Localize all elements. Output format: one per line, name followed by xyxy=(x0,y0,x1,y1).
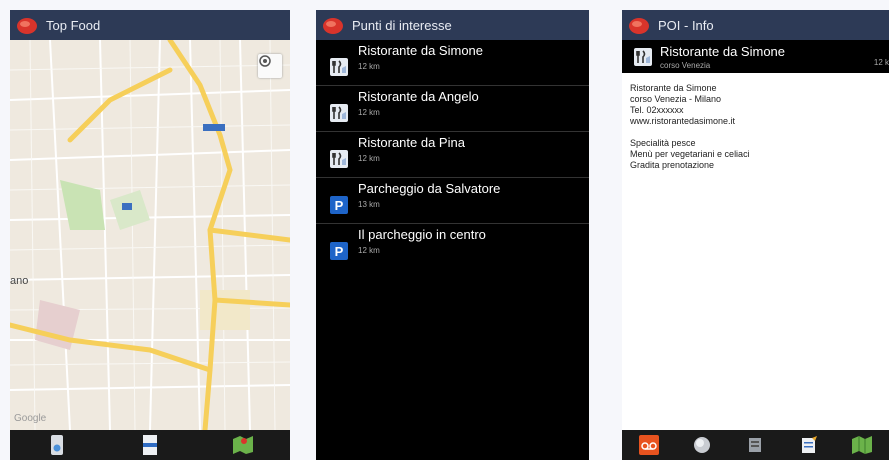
voicemail-icon xyxy=(638,435,659,455)
poi-info-title: POI - Info xyxy=(658,17,714,33)
svg-text:P: P xyxy=(335,198,344,213)
navigate-button[interactable] xyxy=(852,435,873,455)
poi-website-link[interactable]: www.ristorantedasimone.it xyxy=(630,116,881,127)
poi-list-item[interactable]: P Parcheggio da Salvatore 13 km xyxy=(316,178,589,224)
poi-info-distance: 12 k xyxy=(873,58,889,67)
poi-list-screen: Punti di interesse Ristorante da Simone … xyxy=(316,10,589,460)
document-icon xyxy=(142,435,157,455)
map-icon xyxy=(233,436,254,454)
phone-icon xyxy=(50,435,63,455)
map-view-button[interactable] xyxy=(233,435,254,455)
poi-info-street: corso Venezia xyxy=(660,60,711,70)
svg-text:P: P xyxy=(335,244,344,259)
poi-name: Ristorante da Angelo xyxy=(358,89,479,104)
map-roads xyxy=(10,40,290,430)
poi-name: Parcheggio da Salvatore xyxy=(358,181,501,196)
web-button[interactable] xyxy=(692,435,712,455)
map-city-label: ano xyxy=(10,275,29,287)
poi-detail-line: Specialità pesce xyxy=(630,138,696,148)
poi-detail-line: Gradita prenotazione xyxy=(630,160,715,170)
poi-distance: 12 km xyxy=(358,108,380,117)
my-location-icon xyxy=(259,55,271,67)
poi-detail-line: Ristorante da Simone xyxy=(630,83,717,93)
app-logo-icon[interactable] xyxy=(16,15,38,35)
poi-info-actionbar: POI - Info xyxy=(622,10,889,40)
globe-icon xyxy=(694,437,711,453)
poi-info-screen: POI - Info Ristorante da Simone corso Ve… xyxy=(622,10,889,460)
poi-detail-line: Tel. 02xxxxxx xyxy=(630,105,684,115)
top-food-screen: Top Food ano Google xyxy=(10,10,290,460)
top-food-actionbar: Top Food xyxy=(10,10,290,40)
top-food-bottombar xyxy=(10,430,290,460)
restaurant-icon xyxy=(330,58,348,76)
poi-list-item[interactable]: P Il parcheggio in centro 12 km xyxy=(316,224,589,270)
poi-distance: 13 km xyxy=(358,200,380,209)
poi-info-bottombar xyxy=(622,430,889,460)
notepad-icon xyxy=(801,436,817,453)
poi-detail-line: Menù per vegetariani e celiaci xyxy=(630,149,750,159)
parking-icon: P xyxy=(330,196,348,214)
edit-note-button[interactable] xyxy=(799,435,819,455)
poi-list-button[interactable] xyxy=(47,435,67,455)
restaurant-icon xyxy=(634,47,652,66)
app-logo-icon[interactable] xyxy=(628,15,650,35)
voicemail-button[interactable] xyxy=(638,435,659,455)
top-food-title: Top Food xyxy=(46,17,101,33)
poi-list: Ristorante da Simone 12 km Ristorante da… xyxy=(316,40,589,270)
my-location-button[interactable] xyxy=(258,54,282,78)
poi-distance: 12 km xyxy=(358,246,380,255)
share-button[interactable] xyxy=(745,435,765,455)
poi-name: Ristorante da Pina xyxy=(358,135,465,150)
poi-detail-line: corso Venezia - Milano xyxy=(630,94,722,104)
poi-list-item[interactable]: Ristorante da Simone 12 km xyxy=(316,40,589,86)
poi-list-actionbar: Punti di interesse xyxy=(316,10,589,40)
google-logo: Google xyxy=(14,413,47,424)
poi-list-title: Punti di interesse xyxy=(352,17,452,33)
restaurant-icon xyxy=(330,104,348,122)
poi-list-item[interactable]: Ristorante da Angelo 12 km xyxy=(316,86,589,132)
poi-info-details: Ristorante da Simone corso Venezia - Mil… xyxy=(622,73,889,181)
poi-name: Il parcheggio in centro xyxy=(358,227,486,242)
map-view[interactable]: ano Google xyxy=(10,40,290,430)
parking-icon: P xyxy=(330,242,348,260)
poi-list-item[interactable]: Ristorante da Pina 12 km xyxy=(316,132,589,178)
poi-detail-spacer xyxy=(630,127,881,138)
poi-distance: 12 km xyxy=(358,62,380,71)
poi-distance: 12 km xyxy=(358,154,380,163)
list-view-button[interactable] xyxy=(140,435,160,455)
app-logo-icon[interactable] xyxy=(322,15,344,35)
restaurant-icon xyxy=(330,150,348,168)
map-icon xyxy=(852,436,873,454)
poi-info-header: Ristorante da Simone corso Venezia 12 k xyxy=(622,40,889,73)
poi-name: Ristorante da Simone xyxy=(358,43,484,58)
share-icon xyxy=(749,438,762,452)
poi-info-name: Ristorante da Simone xyxy=(660,43,786,59)
